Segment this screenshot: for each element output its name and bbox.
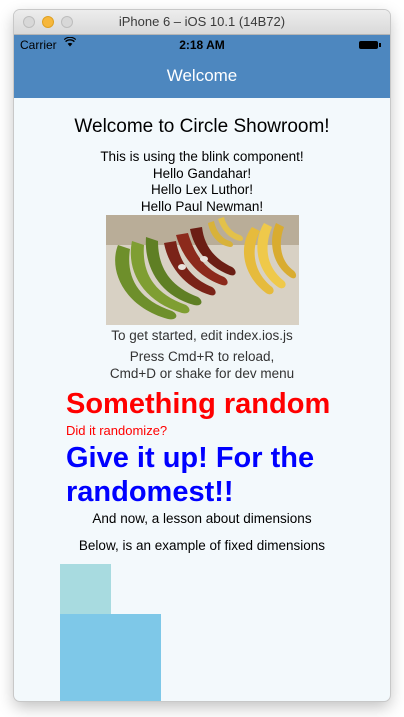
- fixed-dimensions-text: Below, is an example of fixed dimensions: [78, 538, 326, 553]
- bananas-photo: [106, 215, 299, 325]
- reload-hint-line-1: Press Cmd+R to reload,: [129, 349, 275, 364]
- status-bar: Carrier 2:18 AM: [14, 35, 390, 55]
- main-content: Welcome to Circle Showroom! This is usin…: [14, 98, 390, 701]
- page-heading: Welcome to Circle Showroom!: [74, 116, 330, 137]
- blink-text: This is using the blink component!: [100, 149, 304, 164]
- simulator-window: iPhone 6 – iOS 10.1 (14B72) Carrier 2:18…: [14, 10, 390, 701]
- status-time: 2:18 AM: [179, 38, 225, 52]
- nav-title: Welcome: [166, 66, 238, 85]
- give-up-text: Give it up! For the randomest!!: [66, 442, 315, 508]
- fixed-box-large: [60, 614, 161, 701]
- navigation-bar: Welcome: [14, 55, 390, 98]
- window-title: iPhone 6 – iOS 10.1 (14B72): [118, 14, 286, 29]
- battery-icon: [359, 41, 381, 49]
- dimensions-lesson-text: And now, a lesson about dimensions: [92, 511, 312, 526]
- random-subtitle: Did it randomize?: [66, 423, 168, 438]
- greeting-2: Hello Lex Luthor!: [150, 182, 254, 197]
- greeting-3: Hello Paul Newman!: [140, 199, 264, 214]
- fixed-box-small: [60, 564, 111, 614]
- greeting-1: Hello Gandahar!: [152, 166, 252, 181]
- window-titlebar: iPhone 6 – iOS 10.1 (14B72): [14, 10, 390, 35]
- reload-hint-line-2: Cmd+D or shake for dev menu: [109, 366, 295, 381]
- get-started-text: To get started, edit index.ios.js: [111, 328, 293, 343]
- random-title: Something random: [66, 388, 331, 420]
